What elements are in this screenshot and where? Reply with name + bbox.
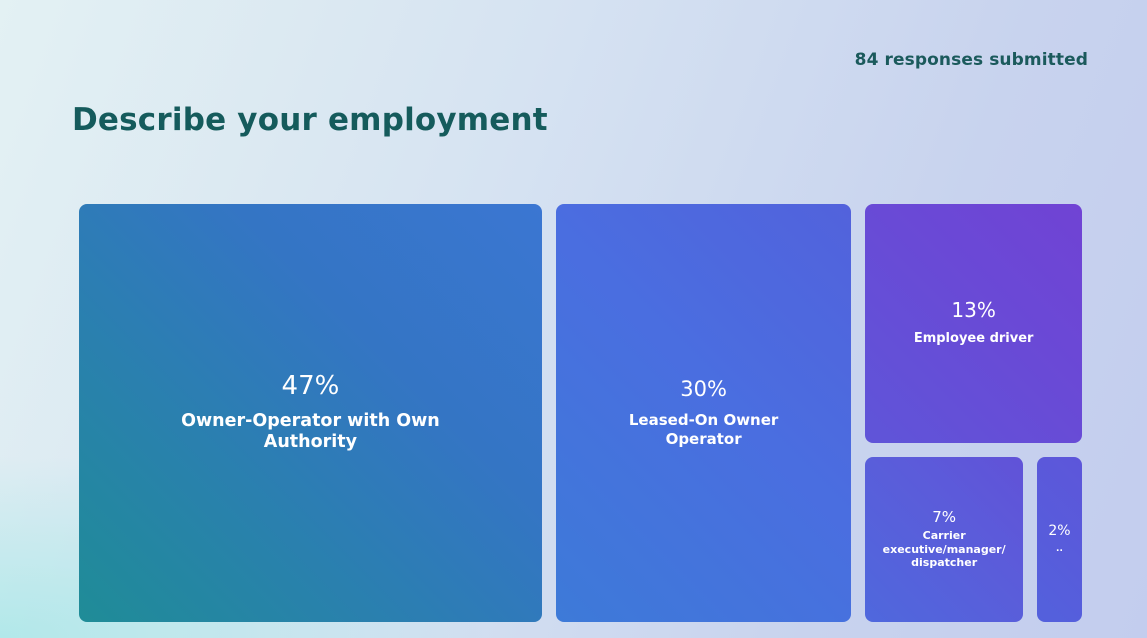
treemap-tile-other[interactable]: 2% .. xyxy=(1036,456,1082,622)
tile-label: Owner-Operator with Own Authority xyxy=(181,410,440,453)
tile-percent: 7% xyxy=(932,507,957,526)
treemap-tile-leased-on[interactable]: 30% Leased-On Owner Operator xyxy=(555,204,852,622)
tile-percent: 47% xyxy=(281,371,340,402)
tile-label: .. xyxy=(1056,543,1063,554)
tile-label: Employee driver xyxy=(913,331,1034,347)
treemap-tile-carrier-executive[interactable]: 7% Carrier executive/manager/ dispatcher xyxy=(865,456,1023,622)
tile-percent: 30% xyxy=(680,377,727,402)
tile-percent: 2% xyxy=(1048,523,1071,540)
treemap-tile-employee-driver[interactable]: 13% Employee driver xyxy=(865,204,1082,443)
treemap-chart: 47% Owner-Operator with Own Authority 30… xyxy=(0,0,1147,638)
tile-percent: 13% xyxy=(951,298,996,323)
tile-label: Leased-On Owner Operator xyxy=(628,411,779,448)
tile-label: Carrier executive/manager/ dispatcher xyxy=(882,529,1006,570)
treemap-tile-owner-operator[interactable]: 47% Owner-Operator with Own Authority xyxy=(79,204,542,622)
